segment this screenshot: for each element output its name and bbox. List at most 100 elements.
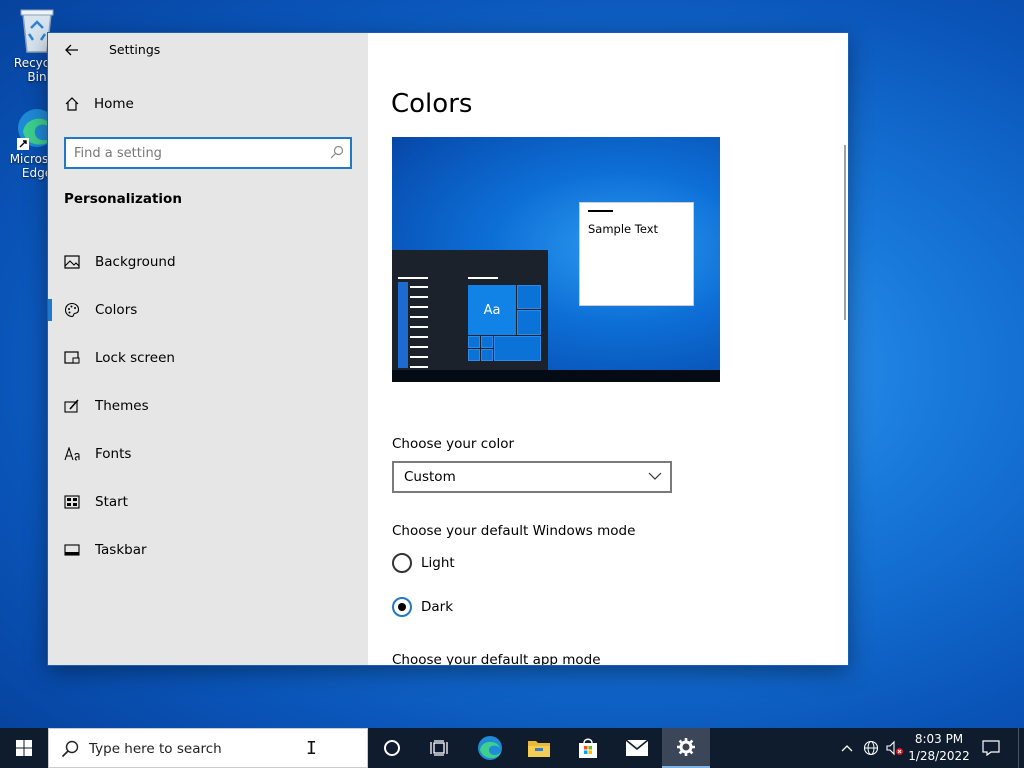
nav-item-fonts[interactable]: Fonts — [48, 430, 368, 478]
settings-window: Settings Home Personalization Background — [48, 33, 848, 665]
lock-screen-icon — [64, 350, 80, 366]
taskbar-search-placeholder: Type here to search — [89, 741, 222, 757]
back-arrow-icon — [65, 44, 78, 56]
preview-sample-window: Sample Text — [579, 202, 694, 306]
preview-sample-text: Sample Text — [588, 222, 659, 236]
preview-tile — [517, 285, 541, 309]
preview-tile — [468, 336, 480, 348]
find-setting-input[interactable] — [74, 144, 324, 162]
nav-label-background: Background — [95, 254, 176, 270]
preview-start-line — [410, 356, 428, 358]
cortana-icon — [384, 740, 400, 756]
theme-preview: Aa Sample Text — [392, 137, 720, 382]
volume-button[interactable] — [884, 728, 906, 768]
color-mode-dropdown[interactable]: Custom — [392, 461, 672, 493]
app-mode-label: Choose your default app mode — [392, 652, 601, 665]
radio-light[interactable] — [392, 553, 412, 573]
globe-icon — [863, 740, 879, 756]
nav-label-lock-screen: Lock screen — [95, 350, 175, 366]
volume-muted-icon — [886, 740, 903, 756]
action-center-button[interactable] — [976, 728, 1006, 768]
cortana-button[interactable] — [368, 728, 416, 768]
radio-light-label: Light — [421, 555, 455, 571]
network-button[interactable] — [860, 728, 882, 768]
nav-item-colors[interactable]: Colors — [48, 286, 368, 334]
content-scrollbar[interactable] — [844, 145, 846, 320]
preview-tile — [481, 349, 493, 361]
radio-dark-label: Dark — [421, 599, 454, 615]
preview-start-line — [410, 366, 428, 368]
palette-icon — [64, 302, 80, 318]
text-cursor-icon: I — [306, 738, 317, 759]
store-icon — [579, 738, 597, 758]
start-icon — [64, 494, 80, 510]
page-title: Colors — [391, 89, 473, 119]
nav-item-taskbar[interactable]: Taskbar — [48, 526, 368, 574]
chevron-down-icon — [648, 472, 662, 480]
chevron-up-icon — [841, 745, 853, 752]
preview-start-rail — [398, 282, 408, 368]
task-view-button[interactable] — [416, 728, 464, 768]
mail-button[interactable] — [613, 728, 661, 768]
nav-label-fonts: Fonts — [95, 446, 132, 462]
settings-taskbar-button[interactable] — [662, 728, 710, 768]
preview-start-line — [398, 277, 428, 279]
taskbar-icon — [64, 542, 80, 558]
mail-icon — [625, 739, 649, 756]
nav-item-themes[interactable]: Themes — [48, 382, 368, 430]
preview-start-line — [410, 286, 428, 288]
nav-item-start[interactable]: Start — [48, 478, 368, 526]
nav-item-background[interactable]: Background — [48, 238, 368, 286]
preview-start-line — [410, 326, 428, 328]
notification-icon — [982, 740, 1000, 756]
show-desktop-button[interactable] — [1018, 728, 1024, 768]
task-view-icon — [430, 740, 448, 756]
home-nav-item[interactable]: Home — [64, 96, 134, 112]
windows-mode-label: Choose your default Windows mode — [392, 523, 636, 539]
radio-dark[interactable] — [392, 597, 412, 617]
nav-label-themes: Themes — [95, 398, 149, 414]
personalization-nav: Background Colors Lock screen Themes Fon… — [48, 238, 368, 574]
preview-start-line — [410, 306, 428, 308]
preview-tile — [468, 349, 480, 361]
search-icon — [61, 740, 79, 758]
nav-label-colors: Colors — [95, 302, 138, 318]
store-button[interactable] — [564, 728, 612, 768]
taskbar-search-box[interactable]: Type here to search I — [48, 728, 368, 768]
find-setting-search[interactable] — [64, 137, 352, 169]
file-explorer-button[interactable] — [515, 728, 563, 768]
preview-start-line — [410, 316, 428, 318]
radio-light-option[interactable]: Light — [392, 553, 455, 573]
preview-window-titlebar — [588, 210, 613, 212]
windows-logo-icon — [16, 740, 32, 756]
radio-dark-option[interactable]: Dark — [392, 597, 453, 617]
nav-label-taskbar: Taskbar — [95, 542, 147, 558]
nav-label-start: Start — [95, 494, 128, 510]
preview-tile — [481, 336, 493, 348]
start-button[interactable] — [0, 728, 48, 768]
preview-start-line — [410, 296, 428, 298]
fonts-icon — [64, 446, 80, 462]
preview-start-line — [410, 346, 428, 348]
choose-color-label: Choose your color — [392, 436, 515, 452]
search-icon — [330, 145, 344, 159]
clock[interactable]: 8:03 PM 1/28/2022 — [908, 731, 970, 765]
preview-taskbar — [392, 370, 720, 382]
preview-tile — [494, 336, 541, 361]
brush-icon — [64, 398, 80, 414]
home-icon — [65, 97, 79, 111]
preview-start-line — [410, 336, 428, 338]
preview-tiles-header — [468, 277, 498, 279]
edge-taskbar-button[interactable] — [466, 728, 514, 768]
show-hidden-icons-button[interactable] — [836, 728, 858, 768]
taskbar: Type here to search I 8:03 PM 1/28/2022 — [0, 728, 1024, 768]
colors-page: Colors Aa Sample Text Choose your color … — [368, 33, 848, 665]
nav-item-lock-screen[interactable]: Lock screen — [48, 334, 368, 382]
back-button[interactable] — [60, 39, 84, 61]
preview-start-menu: Aa — [392, 250, 548, 370]
section-heading: Personalization — [64, 191, 182, 207]
clock-date: 1/28/2022 — [908, 749, 970, 763]
preview-tile-aa: Aa — [468, 285, 516, 335]
edge-icon — [478, 736, 502, 760]
dropdown-value: Custom — [404, 469, 456, 485]
